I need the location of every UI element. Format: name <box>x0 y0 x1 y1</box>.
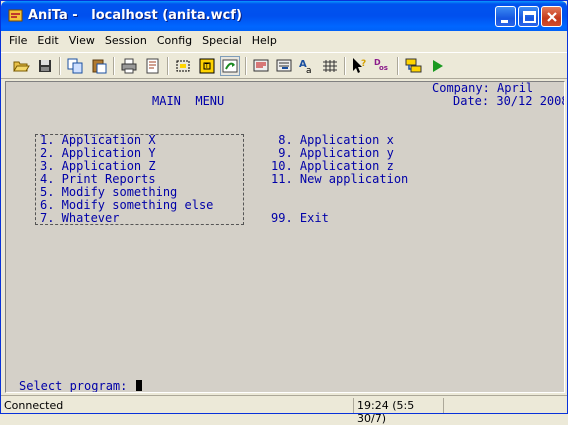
menu-config[interactable]: Config <box>152 34 197 47</box>
menu-bar: File Edit View Session Config Special He… <box>1 31 567 50</box>
toolbar-separator <box>245 57 247 75</box>
run-icon[interactable] <box>428 56 448 76</box>
toolbar-separator <box>59 57 61 75</box>
status-bar: Connected 19:24 (5:5 30/7) <box>1 395 567 425</box>
refresh-icon[interactable] <box>220 56 240 76</box>
svg-text:os: os <box>379 64 388 72</box>
minimize-icon <box>501 20 508 23</box>
menu-option[interactable]: 7. Whatever <box>40 212 119 225</box>
maximize-icon <box>523 11 536 23</box>
anita-app-icon <box>8 9 23 22</box>
paste-icon[interactable] <box>89 56 109 76</box>
exit-option[interactable]: 99. Exit <box>271 212 329 225</box>
date-label: Date: 30/12 2008 <box>453 94 565 108</box>
keypad-icon[interactable]: T <box>197 56 217 76</box>
toolbar: T Aa ? Dos <box>1 52 567 79</box>
connection-status: Connected <box>4 399 64 412</box>
font-icon[interactable]: Aa <box>297 56 317 76</box>
copy-icon[interactable] <box>65 56 85 76</box>
svg-text:a: a <box>306 66 312 76</box>
menu-option[interactable]: 11. New application <box>271 173 408 186</box>
terminal-screen[interactable]: Company: April Date: 30/12 2008 MAIN MEN… <box>5 81 565 393</box>
close-icon <box>547 12 557 22</box>
menu-edit[interactable]: Edit <box>32 34 63 47</box>
print-preview-icon[interactable] <box>143 56 163 76</box>
toolbar-separator <box>113 57 115 75</box>
toolbar-separator <box>344 57 346 75</box>
menu-file[interactable]: File <box>4 34 32 47</box>
svg-text:T: T <box>204 63 209 70</box>
prompt-label: Select program: <box>19 379 128 393</box>
maximize-button[interactable] <box>518 6 539 27</box>
help-pointer-icon[interactable]: ? <box>350 56 370 76</box>
print-icon[interactable] <box>119 56 139 76</box>
cursor-position: 19:24 (5:5 30/7) <box>353 398 443 425</box>
title-bar[interactable]: AniTa - localhost (anita.wcf) <box>1 1 567 31</box>
status-panel-empty <box>443 398 567 413</box>
window-title: AniTa - localhost (anita.wcf) <box>28 8 242 23</box>
select-icon[interactable] <box>173 56 193 76</box>
connect-icon[interactable] <box>404 56 424 76</box>
menu-session[interactable]: Session <box>100 34 152 47</box>
menu-special[interactable]: Special <box>197 34 247 47</box>
page-title: MAIN MENU <box>152 94 225 108</box>
svg-text:?: ? <box>361 59 366 69</box>
save-icon[interactable] <box>35 56 55 76</box>
app-window: AniTa - localhost (anita.wcf) File Edit … <box>0 0 568 425</box>
close-button[interactable] <box>541 6 562 27</box>
dos-icon[interactable]: Dos <box>373 56 393 76</box>
text-cursor <box>135 380 142 391</box>
grid-icon[interactable] <box>320 56 340 76</box>
menu-help[interactable]: Help <box>247 34 282 47</box>
open-folder-icon[interactable] <box>11 56 31 76</box>
transfer-icon[interactable] <box>274 56 294 76</box>
select-program-prompt[interactable]: Select program: <box>19 379 142 393</box>
toolbar-separator <box>167 57 169 75</box>
menu-view[interactable]: View <box>64 34 100 47</box>
minimize-button[interactable] <box>495 6 516 27</box>
screen-icon[interactable] <box>251 56 271 76</box>
toolbar-separator <box>397 57 399 75</box>
